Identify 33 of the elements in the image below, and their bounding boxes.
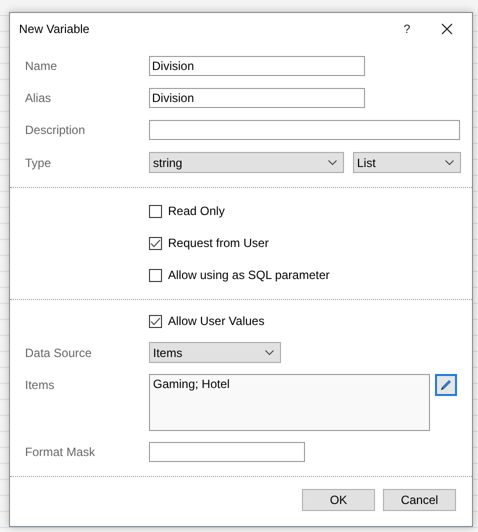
input-field[interactable]: Division bbox=[149, 56, 365, 76]
caret-icon bbox=[265, 350, 274, 355]
input-field[interactable]: Gaming; Hotel bbox=[149, 374, 430, 431]
ok-button[interactable]: OK bbox=[302, 489, 375, 511]
field-label: Type bbox=[25, 156, 52, 170]
caret-icon bbox=[328, 160, 337, 165]
checkbox-label: Allow User Values bbox=[168, 314, 264, 328]
input-field[interactable] bbox=[149, 120, 460, 140]
checkbox[interactable] bbox=[149, 204, 162, 218]
window-title: New Variable bbox=[19, 22, 90, 36]
field-label: Format Mask bbox=[25, 445, 96, 459]
checkbox-label: Allow using as SQL parameter bbox=[168, 268, 330, 282]
pencil-icon bbox=[439, 378, 453, 392]
dropdown[interactable]: List bbox=[353, 152, 461, 173]
checkbox[interactable] bbox=[149, 268, 162, 282]
input-field[interactable] bbox=[149, 442, 305, 462]
checkbox-label: Request from User bbox=[168, 236, 269, 250]
checkbox[interactable] bbox=[149, 236, 162, 250]
field-label: Data Source bbox=[25, 346, 92, 360]
cancel-button[interactable]: Cancel bbox=[383, 489, 456, 511]
edit-button[interactable] bbox=[435, 374, 457, 396]
help-button[interactable]: ? bbox=[394, 16, 420, 42]
caret-icon bbox=[445, 160, 454, 165]
field-label: Alias bbox=[25, 91, 52, 105]
field-label: Description bbox=[25, 123, 86, 137]
dropdown[interactable]: Items bbox=[149, 342, 281, 363]
checkbox[interactable] bbox=[149, 314, 162, 328]
dropdown[interactable]: string bbox=[149, 152, 344, 173]
checkbox-label: Read Only bbox=[168, 204, 225, 218]
field-label: Name bbox=[25, 59, 58, 73]
field-label: Items bbox=[25, 378, 54, 392]
close-icon bbox=[441, 22, 453, 34]
input-field[interactable]: Division bbox=[149, 88, 365, 108]
